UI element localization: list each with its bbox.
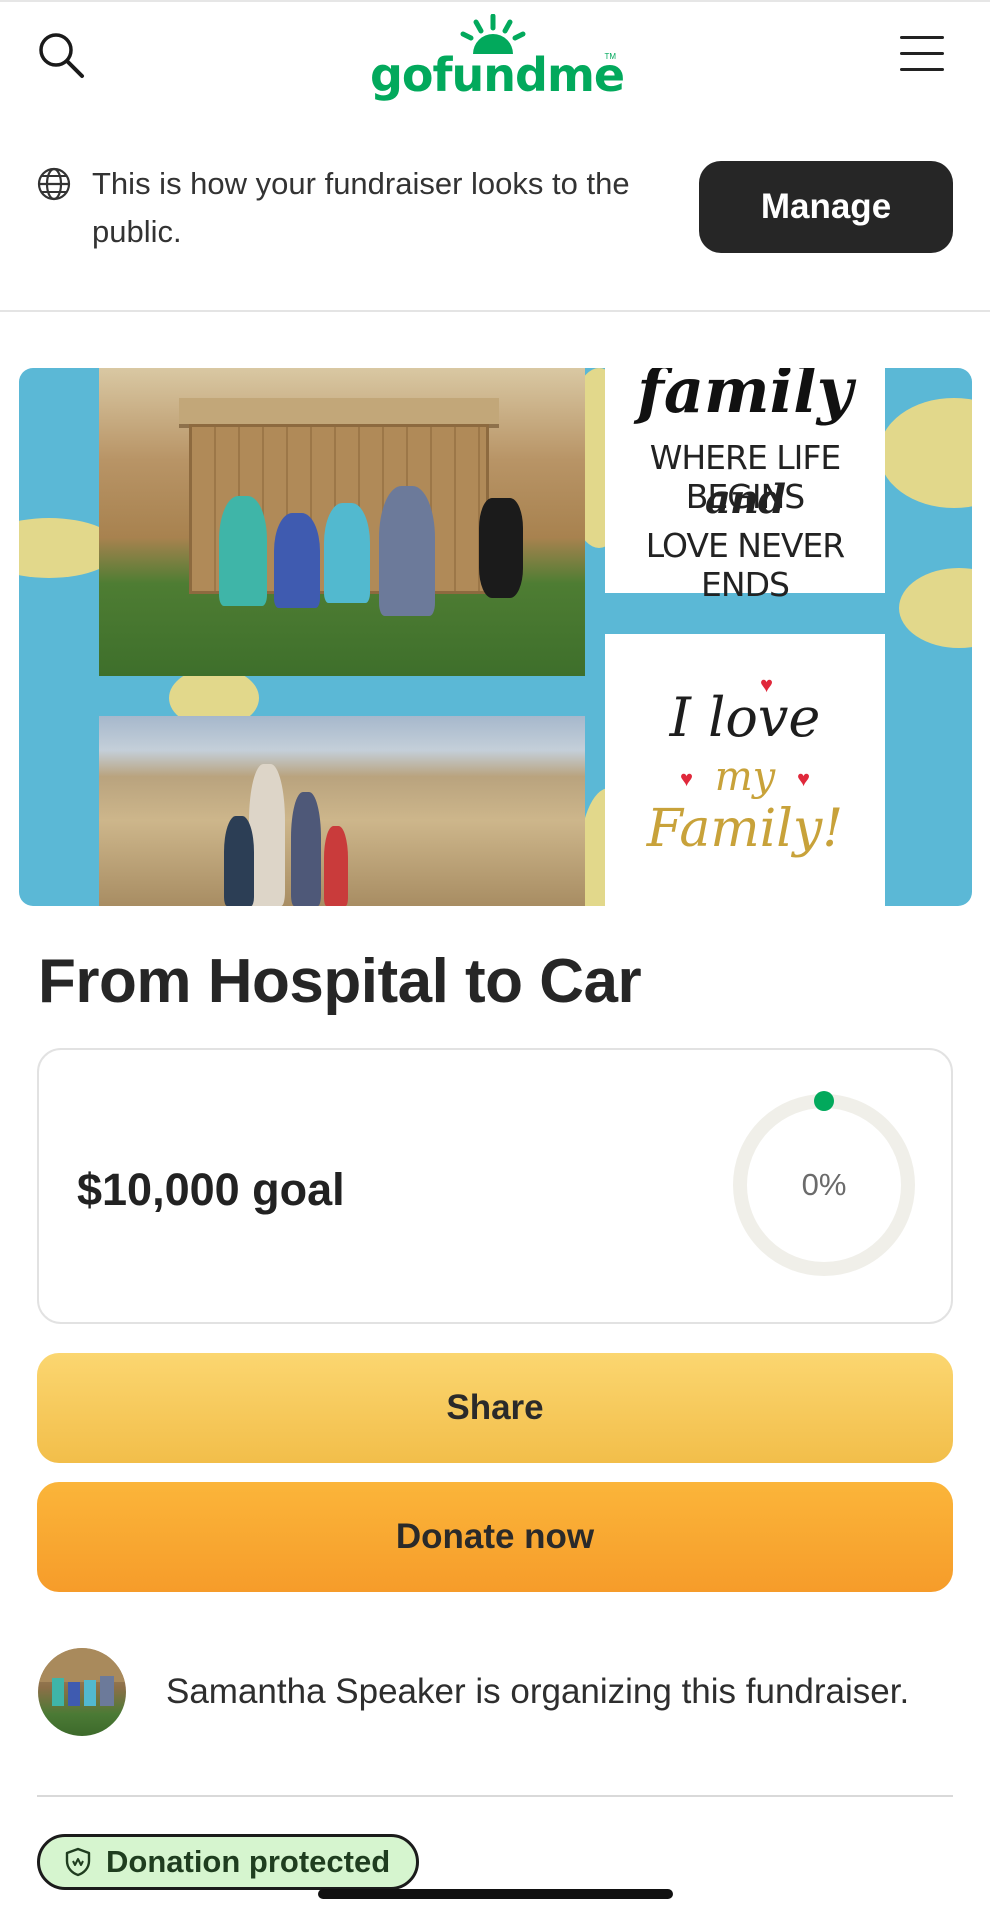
donate-now-button[interactable]: Donate now (37, 1482, 953, 1592)
fundraiser-title: From Hospital to Car (38, 947, 642, 1016)
goal-card: $10,000 goal 0% (37, 1048, 953, 1324)
logo-wordmark: gofundme (370, 48, 625, 102)
quote-line-3: LOVE NEVER ENDS (645, 526, 845, 604)
donation-protected-label: Donation protected (106, 1844, 391, 1879)
search-icon[interactable] (34, 28, 90, 84)
logo-trademark: TM (604, 52, 616, 61)
public-view-notice: This is how your fundraiser looks to the… (0, 130, 990, 312)
goal-amount: $10,000 goal (77, 1164, 345, 1215)
quote-script-word: family (637, 368, 853, 427)
family-photo-canyon (99, 716, 585, 906)
gofundme-logo[interactable]: gofundme TM (370, 14, 625, 104)
love-line-1: I love (669, 686, 821, 749)
progress-percent: 0% (801, 1167, 847, 1202)
manage-button[interactable]: Manage (699, 161, 953, 253)
fundraiser-cover-image[interactable]: family WHERE LIFE BEGINS and LOVE NEVER … (19, 368, 972, 906)
love-line-2: my (714, 754, 776, 800)
donation-protected-badge[interactable]: Donation protected (37, 1834, 419, 1890)
globe-icon (37, 167, 71, 201)
share-button[interactable]: Share (37, 1353, 953, 1463)
organizer-text: Samantha Speaker is organizing this fund… (166, 1672, 910, 1711)
notice-text: This is how your fundraiser looks to the… (92, 166, 630, 249)
quote-line-2: and (705, 476, 786, 523)
love-line-3: Family! (646, 799, 844, 859)
love-family-card: ♥ ♥ ♥ I love my Family! (605, 634, 885, 906)
organizer-avatar[interactable] (38, 1648, 126, 1736)
family-photo-yard (99, 368, 585, 676)
section-divider (37, 1795, 953, 1797)
hamburger-menu-icon[interactable] (900, 36, 950, 78)
family-quote-card: family WHERE LIFE BEGINS and LOVE NEVER … (605, 368, 885, 604)
shield-icon (65, 1847, 91, 1877)
home-indicator[interactable] (318, 1889, 673, 1899)
header: gofundme TM (0, 0, 990, 130)
